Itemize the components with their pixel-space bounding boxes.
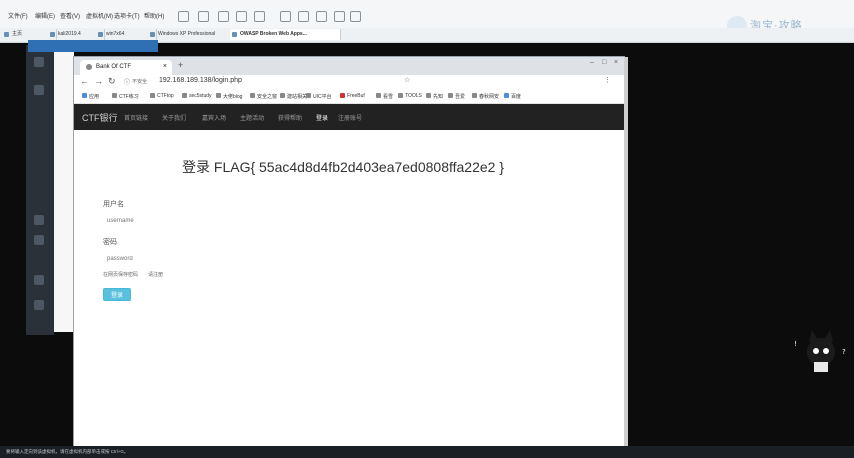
address-bar: ← → ↻ ⓘ 不安全 192.168.189.138/login.php ☆ … — [74, 75, 624, 89]
nav-item[interactable]: 首页链接 — [124, 113, 148, 122]
cat-sticker-icon: ! ? — [794, 330, 846, 372]
xp-desktop-strip — [26, 45, 54, 335]
manage-icon[interactable] — [254, 11, 265, 22]
bookmark[interactable]: TOOLS — [398, 93, 422, 99]
bookmark[interactable]: sec5study — [182, 93, 212, 99]
reload-icon[interactable]: ↻ — [108, 76, 116, 87]
url-field[interactable]: 192.168.189.138/login.php — [159, 77, 242, 84]
send-keys-icon[interactable] — [198, 11, 209, 22]
bookmark[interactable]: FreeBuf — [340, 93, 365, 99]
nav-item[interactable]: 嘉宾入场 — [202, 113, 226, 122]
menu-help[interactable]: 帮助(H) — [144, 11, 164, 20]
home-icon — [4, 32, 9, 37]
view-icon[interactable] — [334, 11, 345, 22]
bookmark[interactable]: 安全之窗 — [250, 93, 277, 100]
page-title: 登录 FLAG{ 55ac4d8d4fb2d403ea7ed0808ffa22e… — [182, 159, 505, 175]
info-icon[interactable]: ⓘ — [124, 77, 130, 86]
bookmark[interactable]: UIC平台 — [306, 93, 332, 100]
pause-icon[interactable] — [178, 11, 189, 22]
minimize-icon[interactable]: – — [590, 59, 594, 66]
vm-icon — [150, 32, 155, 37]
maximize-icon[interactable]: □ — [602, 59, 606, 66]
browser-window: Bank Of CTF × + – □ × ← → ↻ ⓘ 不安全 192.16… — [74, 57, 624, 458]
username-label: 用户名 — [103, 201, 124, 208]
nav-item[interactable]: 主题活动 — [240, 113, 264, 122]
svg-text:?: ? — [842, 348, 846, 356]
bookmark[interactable]: 看雪 — [376, 93, 393, 100]
site-navbar: CTF银行 首页链接 关于我们 嘉宾入场 主题活动 获得帮助 登录 注册账号 — [74, 104, 624, 130]
bookmark[interactable]: CTF练习 — [112, 93, 139, 100]
host-tab-winxp[interactable]: Windows XP Professional — [148, 29, 239, 40]
scrollbar[interactable] — [624, 57, 628, 458]
svg-text:!: ! — [794, 340, 797, 348]
menu-edit[interactable]: 编辑(E) — [35, 11, 55, 20]
new-tab-icon[interactable]: + — [178, 60, 183, 70]
password-label: 密码 — [103, 239, 117, 246]
desktop-icon[interactable] — [34, 300, 44, 310]
forward-icon[interactable]: → — [94, 76, 103, 86]
menu-file[interactable]: 文件(F) — [8, 11, 28, 20]
host-statusbar: 要将输入定向到该虚拟机，请在虚拟机内部单击或按 Ctrl+G。 — [0, 446, 854, 458]
browser-tabbar: Bank Of CTF × + – □ × — [74, 57, 624, 75]
status-text: 要将输入定向到该虚拟机，请在虚拟机内部单击或按 Ctrl+G。 — [6, 449, 129, 454]
back-icon[interactable]: ← — [80, 76, 89, 86]
bookmark[interactable]: 大佬blog — [216, 93, 242, 100]
nav-item[interactable]: 注册账号 — [338, 113, 362, 122]
close-window-icon[interactable]: × — [614, 59, 618, 66]
close-icon[interactable]: × — [163, 60, 167, 74]
login-button[interactable]: 登录 — [103, 288, 131, 301]
desktop-icon[interactable] — [34, 57, 44, 67]
bookmark[interactable]: 应用 — [82, 93, 99, 100]
bookmarks-bar: 应用 CTF练习 CTFtop sec5study 大佬blog 安全之窗 建站… — [74, 90, 624, 104]
bookmark[interactable]: 百度 — [504, 93, 521, 100]
desktop-icon[interactable] — [34, 215, 44, 225]
nav-item[interactable]: 获得帮助 — [278, 113, 302, 122]
vm-icon — [98, 32, 103, 37]
desktop-icon[interactable] — [34, 85, 44, 95]
host-tab-owasp[interactable]: OWASP Broken Web Apps... — [230, 29, 341, 40]
vm-icon — [232, 32, 237, 37]
bookmark[interactable]: CTFtop — [150, 93, 174, 99]
menu-icon[interactable]: ⋮ — [604, 76, 611, 84]
register-link[interactable]: 请注册 — [148, 271, 163, 278]
menu-tabs[interactable]: 选项卡(T) — [114, 11, 140, 20]
snapshot-icon[interactable] — [218, 11, 229, 22]
xp-mini-titlebar — [28, 40, 158, 52]
fullscreen-icon[interactable] — [280, 11, 291, 22]
settings-icon[interactable] — [350, 11, 361, 22]
globe-icon — [86, 64, 92, 70]
remember-hint: 在网页保存密码 — [103, 272, 139, 278]
desktop-icon[interactable] — [34, 275, 44, 285]
nav-item-login[interactable]: 登录 — [316, 113, 328, 122]
menu-vm[interactable]: 虚拟机(M) — [86, 11, 113, 20]
menu-view[interactable]: 查看(V) — [60, 11, 80, 20]
xp-window-edge — [54, 52, 74, 332]
revert-icon[interactable] — [236, 11, 247, 22]
bookmark[interactable]: 吾爱 — [448, 93, 465, 100]
bookmark[interactable]: 先知 — [426, 93, 443, 100]
console-icon[interactable] — [316, 11, 327, 22]
nav-brand[interactable]: CTF银行 — [82, 111, 118, 124]
desktop-icon[interactable] — [34, 235, 44, 245]
bookmark[interactable]: 建站相关 — [280, 93, 307, 100]
extension-icon[interactable]: ☆ — [404, 76, 410, 84]
nav-item[interactable]: 关于我们 — [162, 113, 186, 122]
vm-icon — [50, 32, 55, 37]
password-input[interactable] — [103, 253, 401, 265]
unity-icon[interactable] — [298, 11, 309, 22]
username-input[interactable] — [103, 215, 401, 227]
browser-tab[interactable]: Bank Of CTF × — [80, 60, 172, 75]
bookmark[interactable]: 春秋网安 — [472, 93, 499, 100]
